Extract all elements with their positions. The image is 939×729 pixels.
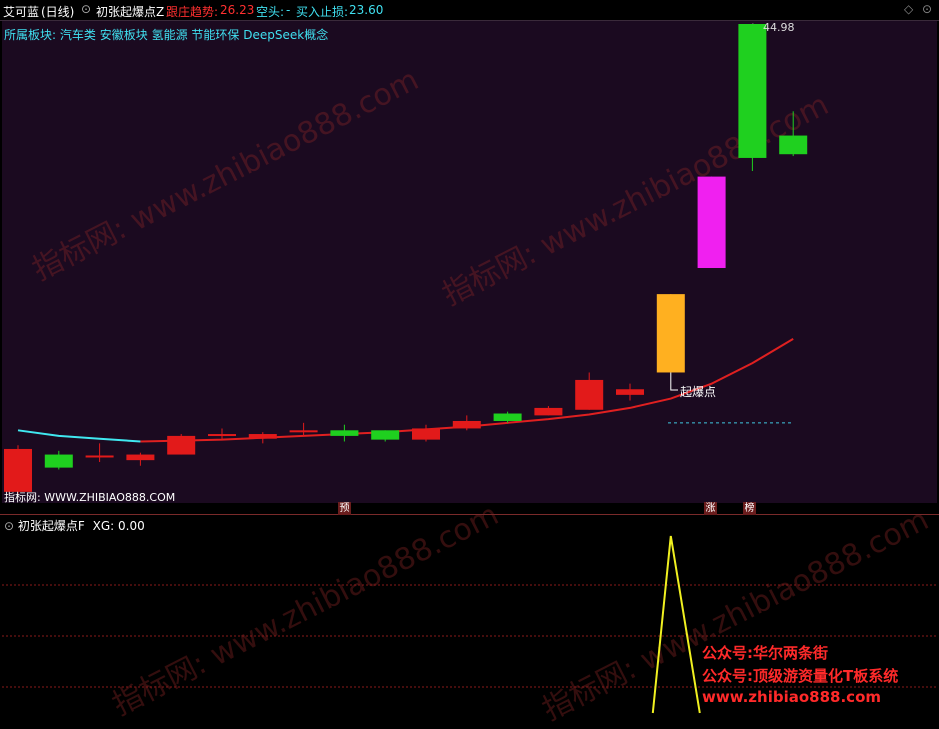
candle-body: [330, 430, 359, 436]
candle-body: [616, 389, 644, 395]
signal-tag-zhang: 涨: [704, 502, 717, 515]
candle-body: [575, 379, 604, 410]
promo-line2: 公众号:顶级游资量化T板系统: [702, 667, 899, 685]
candle-body: [289, 430, 318, 433]
max-price-label: 44.98: [763, 21, 795, 34]
candle-body: [412, 428, 440, 440]
candle-body: [126, 454, 155, 461]
sector-row: 所属板块: 汽车类 安徽板块 氢能源 节能环保 DeepSeek概念: [4, 26, 328, 43]
candle-body: [656, 294, 685, 373]
candle-body: [534, 407, 563, 416]
sector-item[interactable]: 节能环保: [191, 28, 239, 42]
sector-prefix: 所属板块:: [4, 28, 57, 42]
candle-body: [208, 434, 236, 437]
signal-label: 起爆点: [680, 385, 717, 399]
candle-body: [779, 135, 808, 155]
signal-tag-bang: 榜: [743, 502, 756, 515]
candle-body: [697, 176, 726, 269]
candle-body: [738, 24, 767, 158]
candlestick-chart: [2, 23, 937, 714]
candle-body: [493, 413, 522, 421]
candle-body: [44, 454, 73, 468]
candle-body: [371, 430, 400, 440]
candle-body: [167, 435, 196, 455]
promo-line1: 公众号:华尔两条街: [702, 644, 828, 662]
indicator-title: ⊙ 初张起爆点F XG: 0.00: [4, 517, 145, 534]
candle-body: [248, 434, 277, 439]
candle-body: [85, 455, 114, 458]
candle-body: [4, 448, 32, 492]
panel-divider[interactable]: [0, 514, 939, 515]
cyan-line: [17, 429, 141, 443]
sector-item[interactable]: DeepSeek概念: [243, 28, 328, 42]
xg-label: XG:: [92, 519, 115, 533]
indicator-menu-icon[interactable]: ⊙: [4, 519, 14, 533]
promo-line3: www.zhibiao888.com: [702, 688, 882, 706]
website-label: 指标网: WWW.ZHIBIAO888.COM: [4, 491, 176, 504]
xg-value: 0.00: [118, 519, 145, 533]
candle-body: [452, 420, 481, 429]
signal-leader: [670, 372, 678, 391]
sector-item[interactable]: 汽车类: [60, 28, 96, 42]
xg-line: [651, 535, 701, 714]
signal-tag-yu: 预: [338, 502, 351, 515]
sector-item[interactable]: 安徽板块: [100, 28, 148, 42]
sector-item[interactable]: 氢能源: [152, 28, 188, 42]
indicator-name[interactable]: 初张起爆点F: [18, 519, 85, 533]
